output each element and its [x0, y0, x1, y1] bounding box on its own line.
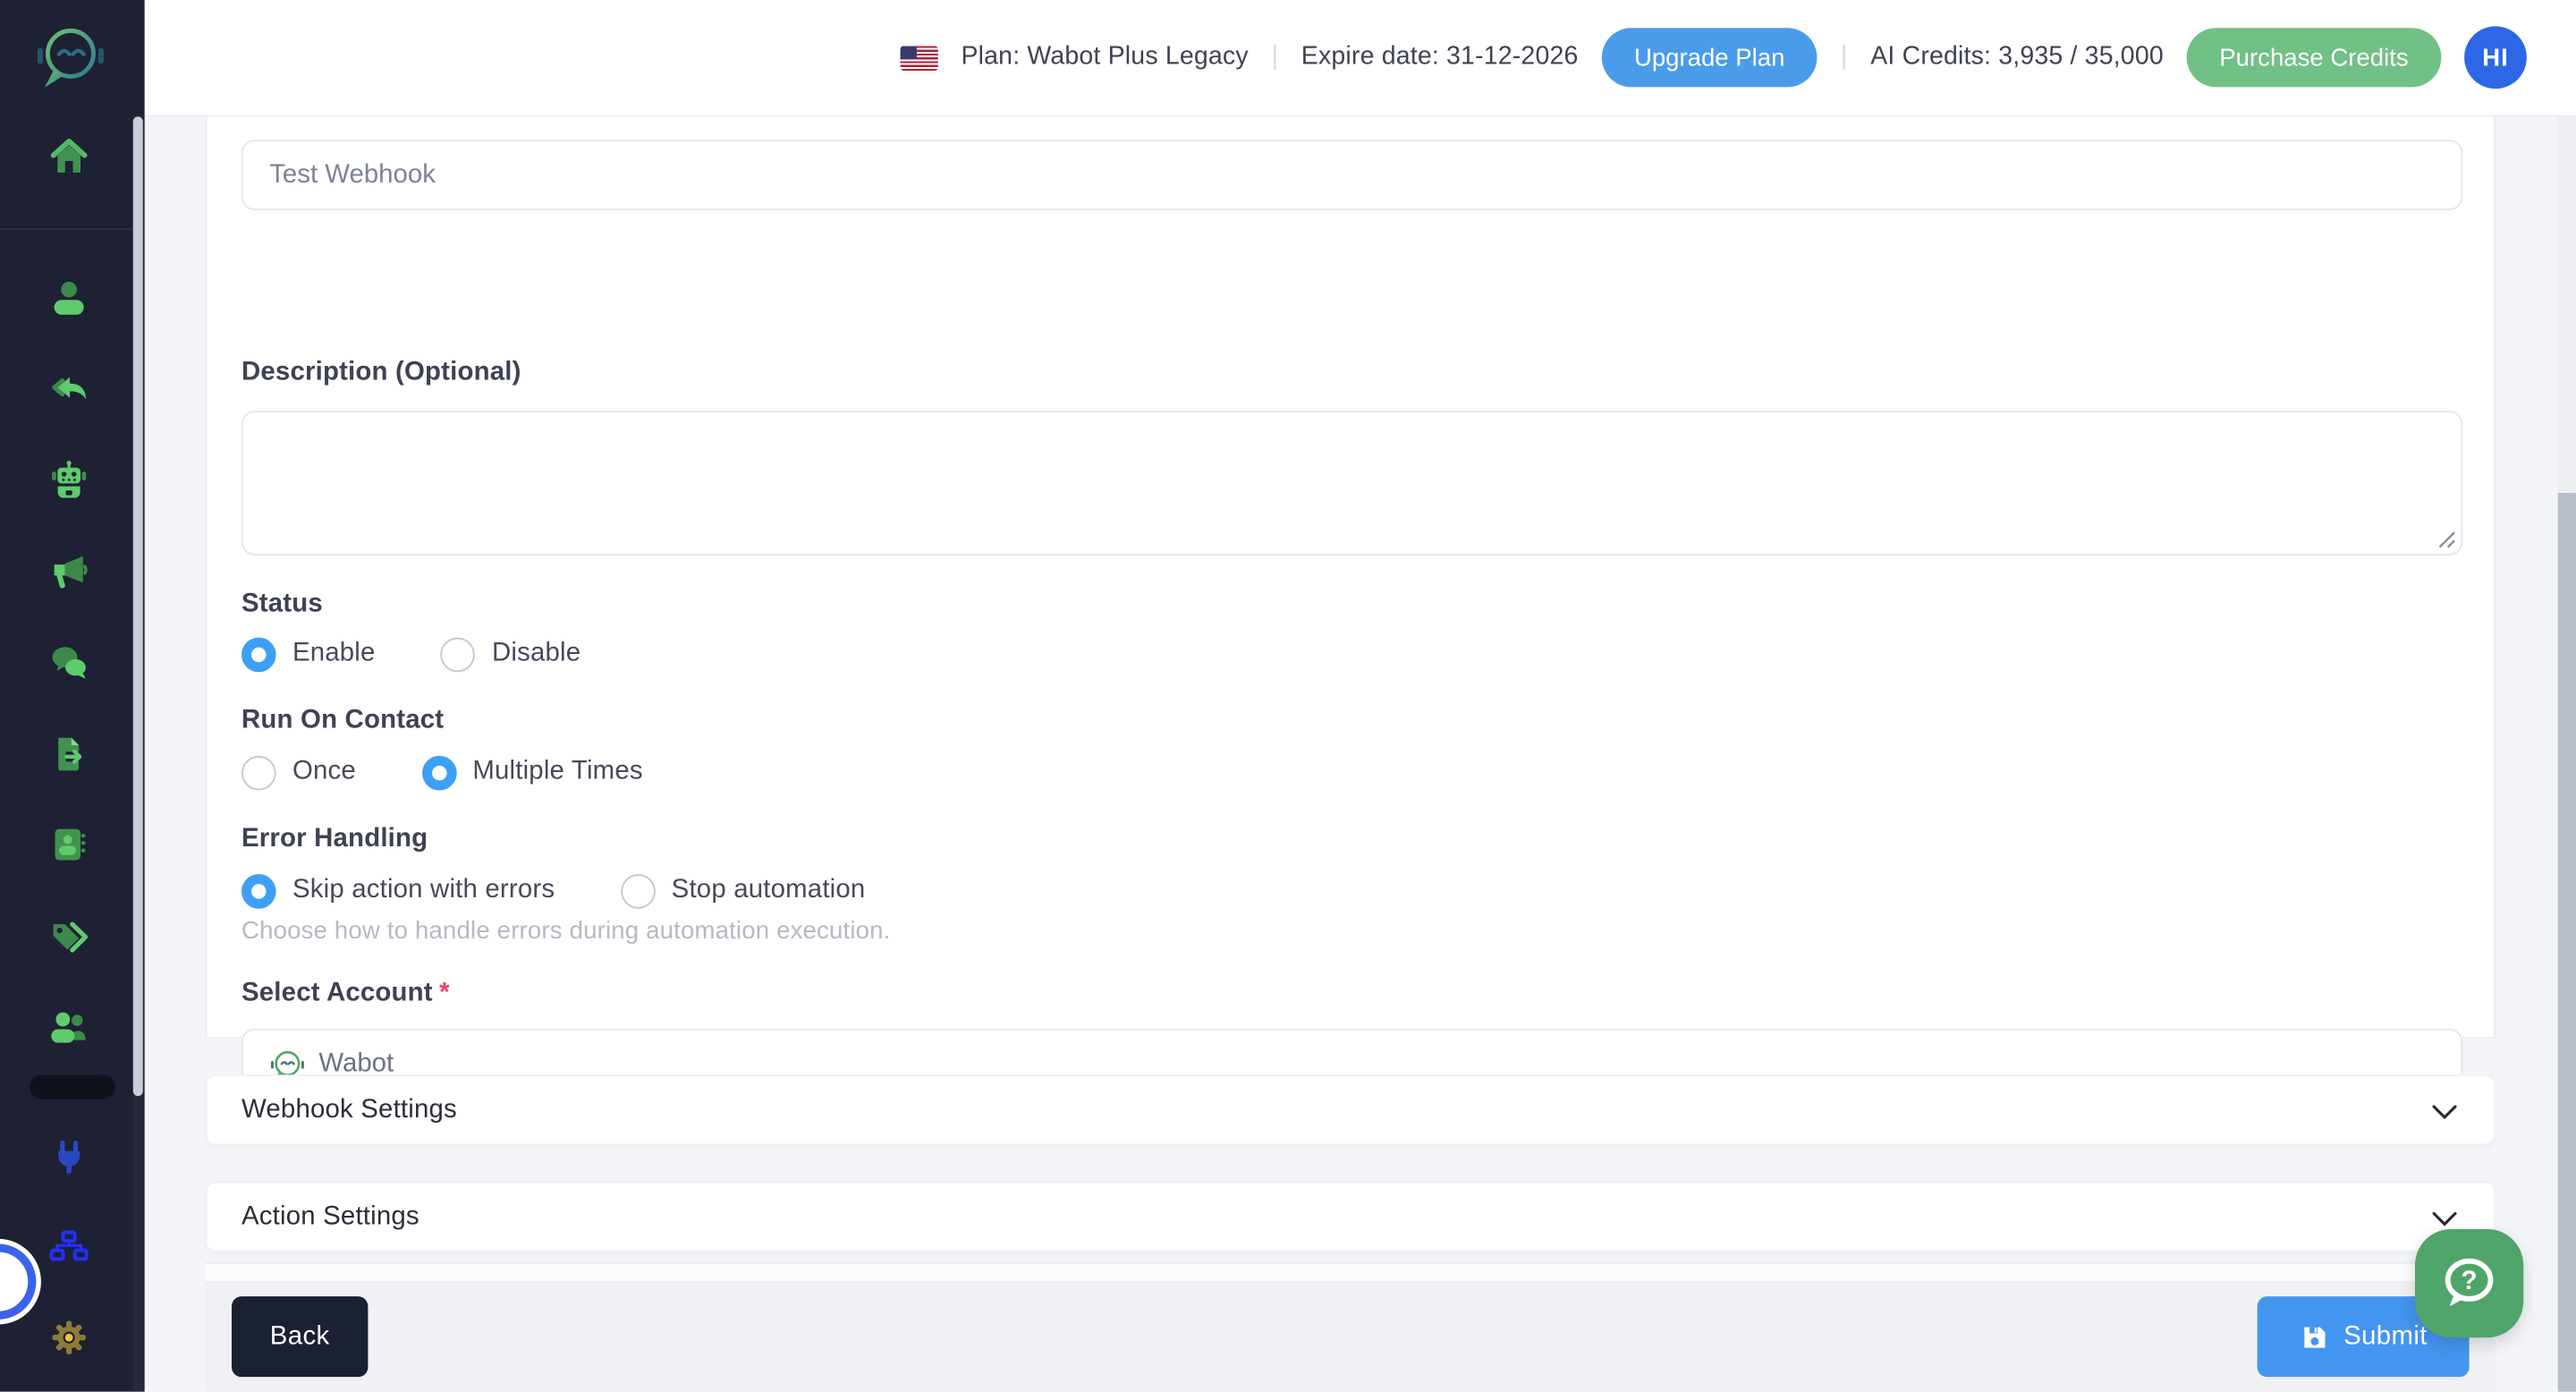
- page-scrollbar-thumb[interactable]: [2557, 493, 2576, 1392]
- app-window: Plan: Wabot Plus Legacy | Expire date: 3…: [0, 0, 2576, 1392]
- webhook-name-input[interactable]: [241, 140, 2463, 211]
- sitemap-icon[interactable]: [47, 1227, 90, 1270]
- stop-automation-radio[interactable]: [620, 873, 656, 908]
- home-icon[interactable]: [47, 135, 90, 178]
- select-account-label-text: Select Account: [241, 979, 433, 1007]
- chats-icon[interactable]: [47, 641, 90, 683]
- description-textarea[interactable]: [241, 411, 2463, 556]
- panel-footer-strip: [205, 1261, 2496, 1284]
- webhook-settings-panel[interactable]: Webhook Settings: [205, 1074, 2496, 1146]
- users-icon[interactable]: [47, 1006, 90, 1048]
- sidebar-scrollbar-thumb[interactable]: [132, 116, 143, 1097]
- resize-handle-icon[interactable]: [2436, 529, 2456, 548]
- wabot-logo-icon[interactable]: [35, 20, 107, 95]
- question-bubble-icon: ?: [2445, 1258, 2494, 1307]
- submit-button-label: Submit: [2343, 1321, 2428, 1350]
- error-handling-helper-text: Choose how to handle errors during autom…: [241, 916, 891, 946]
- gear-icon[interactable]: [47, 1316, 90, 1359]
- webhook-form-card: Description (Optional) Status Enable Dis…: [205, 115, 2496, 1101]
- error-handling-radio-group: Skip action with errors Stop automation: [241, 872, 866, 908]
- select-account-label: Select Account *: [242, 980, 450, 1009]
- user-icon[interactable]: [47, 276, 90, 319]
- run-multiple-label[interactable]: Multiple Times: [472, 758, 642, 787]
- sidebar-collapsed-item[interactable]: [30, 1074, 115, 1099]
- top-header: Plan: Wabot Plus Legacy | Expire date: 3…: [144, 0, 2576, 115]
- error-handling-label: Error Handling: [241, 825, 428, 853]
- sidebar: [0, 0, 145, 1392]
- question-mark-glyph: ?: [2462, 1266, 2478, 1295]
- help-chat-fab[interactable]: ?: [2414, 1228, 2524, 1338]
- purchase-credits-button[interactable]: Purchase Credits: [2186, 28, 2442, 88]
- action-settings-title: Action Settings: [241, 1201, 419, 1230]
- robot-icon[interactable]: [47, 460, 90, 503]
- status-enable-radio[interactable]: [241, 636, 276, 672]
- reply-icon[interactable]: [47, 368, 90, 411]
- required-asterisk: *: [439, 979, 450, 1007]
- status-disable-label[interactable]: Disable: [492, 639, 580, 668]
- plan-label: Plan: Wabot Plus Legacy: [961, 42, 1249, 71]
- chevron-down-icon[interactable]: [2431, 1211, 2457, 1227]
- plug-icon[interactable]: [47, 1137, 90, 1180]
- save-icon: [2303, 1326, 2325, 1347]
- expire-date-label: Expire date: 31-12-2026: [1301, 42, 1579, 71]
- run-on-contact-label: Run On Contact: [241, 706, 445, 735]
- description-label: Description (Optional): [241, 358, 521, 386]
- form-footer-bar: Back Submit: [205, 1283, 2496, 1392]
- header-separator: |: [1840, 42, 1848, 71]
- action-settings-panel[interactable]: Action Settings: [205, 1181, 2496, 1252]
- us-flag-icon[interactable]: [900, 45, 938, 71]
- tags-icon[interactable]: [47, 915, 90, 958]
- ai-credits-label: AI Credits: 3,935 / 35,000: [1870, 42, 2164, 71]
- status-enable-label[interactable]: Enable: [292, 639, 376, 668]
- chevron-down-icon[interactable]: [2431, 1104, 2457, 1120]
- webhook-settings-title: Webhook Settings: [241, 1095, 457, 1124]
- header-separator: |: [1271, 42, 1279, 71]
- upgrade-plan-button[interactable]: Upgrade Plan: [1601, 28, 1818, 88]
- user-avatar[interactable]: HI: [2464, 26, 2527, 89]
- run-multiple-radio[interactable]: [421, 754, 456, 790]
- back-button[interactable]: Back: [231, 1296, 369, 1378]
- status-radio-group: Enable Disable: [241, 636, 580, 672]
- run-once-radio[interactable]: [241, 754, 276, 790]
- status-disable-radio[interactable]: [441, 636, 476, 672]
- status-label: Status: [241, 590, 323, 618]
- run-on-contact-radio-group: Once Multiple Times: [241, 754, 643, 790]
- export-document-icon[interactable]: [47, 733, 90, 776]
- contacts-book-icon[interactable]: [47, 823, 90, 866]
- stop-automation-label[interactable]: Stop automation: [672, 876, 866, 905]
- skip-errors-label[interactable]: Skip action with errors: [292, 876, 555, 905]
- sidebar-divider: [0, 228, 133, 231]
- run-once-label[interactable]: Once: [292, 758, 356, 787]
- megaphone-icon[interactable]: [47, 550, 90, 593]
- skip-errors-radio[interactable]: [241, 873, 276, 908]
